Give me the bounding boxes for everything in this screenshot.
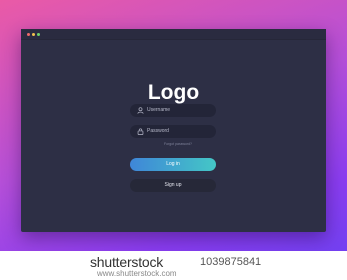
app-window: Logo Username Password Forgot password? … xyxy=(21,29,326,232)
signup-button[interactable]: Sign up xyxy=(130,179,216,192)
password-placeholder: Password xyxy=(147,128,169,134)
login-button[interactable]: Log in xyxy=(130,158,216,171)
lock-icon xyxy=(137,128,144,135)
username-field[interactable]: Username xyxy=(130,104,216,117)
username-placeholder: Username xyxy=(147,107,171,113)
close-window-icon[interactable] xyxy=(27,33,30,36)
forgot-password-link[interactable]: Forgot password? xyxy=(21,142,192,147)
maximize-window-icon[interactable] xyxy=(37,33,40,36)
user-icon xyxy=(137,107,144,114)
watermark-brand: shutterstock xyxy=(90,254,164,270)
minimize-window-icon[interactable] xyxy=(32,33,35,36)
watermark-url: www.shutterstock.com xyxy=(97,269,177,278)
window-titlebar xyxy=(21,29,326,40)
logo: Logo xyxy=(147,81,200,104)
watermark-id: 1039875841 xyxy=(200,256,262,268)
password-field[interactable]: Password xyxy=(130,125,216,138)
watermark-bar: shutterstock 1039875841 www.shutterstock… xyxy=(0,251,347,280)
